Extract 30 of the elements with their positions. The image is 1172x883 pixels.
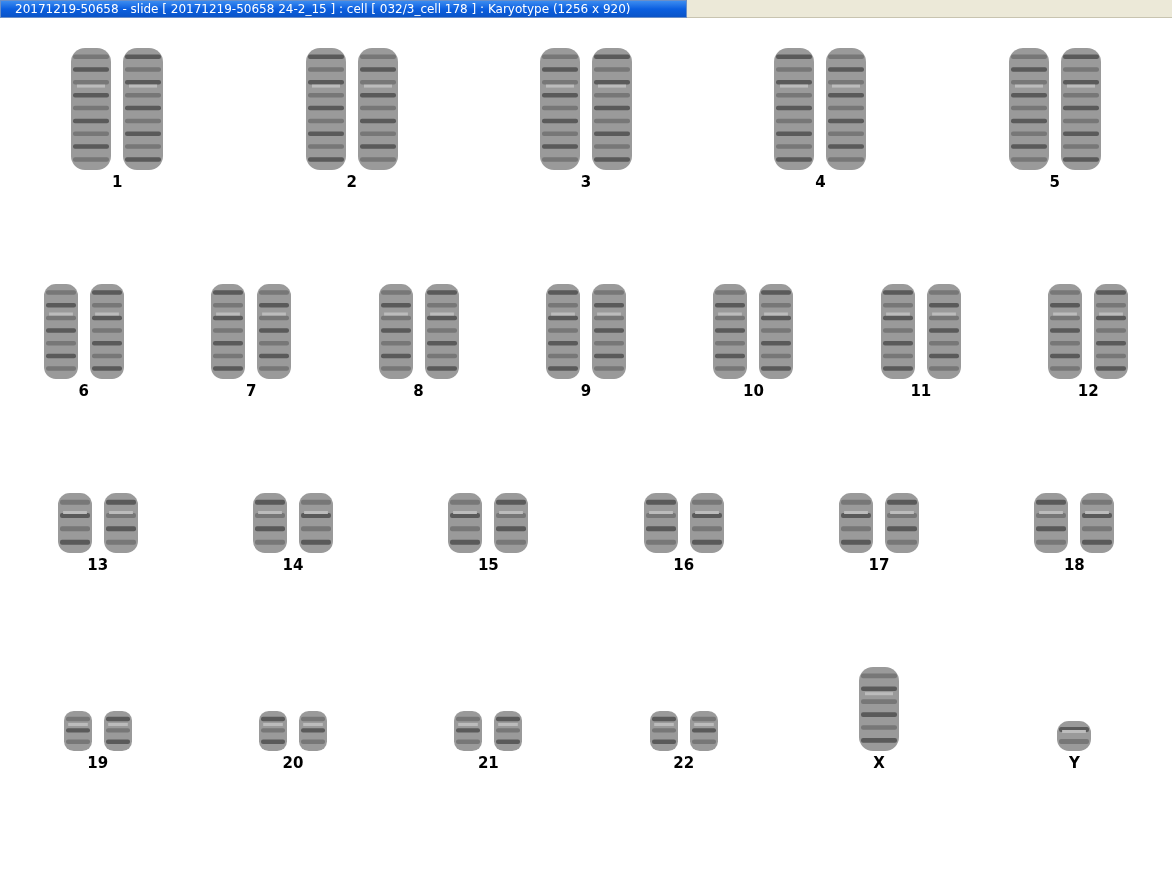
chromosome-label: 10 — [743, 384, 764, 399]
chromosome-label: 21 — [477, 756, 499, 771]
chromosome-label: 19 — [87, 756, 109, 771]
chromosome-label: 14 — [282, 558, 304, 573]
chromosome-drawing — [1057, 721, 1092, 751]
chromosome-label: 20 — [282, 756, 304, 771]
chromosome-label: 5 — [1049, 175, 1060, 190]
chromosome-label: 3 — [580, 175, 592, 190]
chromosome-label: 13 — [87, 558, 109, 573]
chromosome-label: 17 — [868, 558, 890, 573]
chromosome-label: Y — [1068, 756, 1080, 771]
chromosome-label: 11 — [910, 384, 932, 399]
chromosome-label: 16 — [673, 558, 695, 573]
chromosome-label: 9 — [580, 384, 592, 399]
chromosome-label: 18 — [1063, 558, 1085, 573]
chromosome-label: 1 — [111, 175, 123, 190]
chromosome-label: 15 — [477, 558, 499, 573]
chromosome-pair-drawing — [649, 711, 718, 751]
chromosome-label: 8 — [413, 384, 424, 399]
chromosome-pair-drawing — [454, 711, 523, 751]
chromosome-label: 6 — [78, 384, 89, 399]
chromosome-label: 22 — [673, 756, 695, 771]
chromosome-label: 4 — [815, 175, 826, 190]
chromosome-label: X — [873, 756, 885, 771]
chromosome-pair-drawing — [63, 711, 132, 751]
window-title: 20171219-50658 - slide [ 20171219-50658 24-2_15 ] : cell [ 032/3_cell 178 ] : Karyotype (1256 x 920) — [15, 3, 631, 15]
chromosome-label: 2 — [346, 175, 357, 190]
chromosome-label: 12 — [1077, 384, 1099, 399]
chromosome-label: 7 — [245, 384, 257, 399]
chromosome-pair-drawing — [259, 711, 327, 751]
